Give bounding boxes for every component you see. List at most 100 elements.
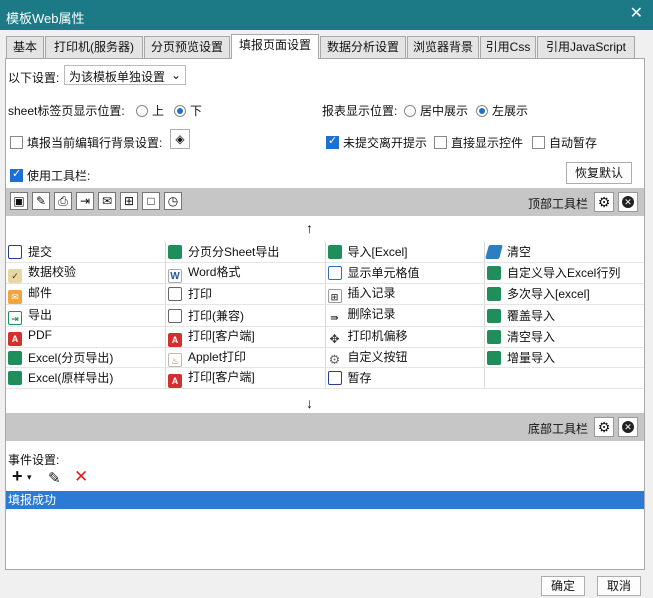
auto-stash-checkbox[interactable]: 自动暂存 <box>532 134 597 151</box>
toolbar-button-cell[interactable]: ⚙ 自定义按钮 <box>325 347 485 368</box>
toolbar-button-label: 清空 <box>507 245 532 260</box>
table-row: Excel(原样导出) A 打印[客户端] 暂存 <box>6 367 644 389</box>
toolbar-button-label: 导入[Excel] <box>347 245 408 260</box>
toolbar-button-cell[interactable]: 显示单元格值 <box>325 262 485 284</box>
restore-default-button[interactable]: 恢复默认 <box>566 162 632 184</box>
close-icon[interactable]: ✕ <box>630 6 643 22</box>
tab-fill-page[interactable]: 填报页面设置 <box>231 34 319 59</box>
checkbox-box <box>10 167 23 182</box>
toolbar-button-cell[interactable]: 导入[Excel] <box>325 242 485 263</box>
toolbar-button-cell[interactable]: 清空 <box>484 242 644 263</box>
toolbar-button-cell[interactable]: 自定义导入Excel行列 <box>484 262 644 284</box>
toolbar-button-cell[interactable]: ✥ 打印机偏移 <box>325 326 485 348</box>
scope-select[interactable]: 为该模板单独设置 ⌄ <box>64 65 186 85</box>
toolbar-button-cell[interactable]: 清空导入 <box>484 326 644 348</box>
toolbar-button-cell[interactable]: 暂存 <box>325 367 485 389</box>
toolbar-button-cell[interactable]: ✓ 数据校验 <box>6 262 166 284</box>
print-icon[interactable]: ⎙ <box>54 192 72 210</box>
export-icon[interactable]: ⇥ <box>76 192 94 210</box>
mail-icon[interactable]: ✉ <box>98 192 116 210</box>
toolbar-button-cell[interactable]: ⇥ 导出 <box>6 304 166 327</box>
show-controls-checkbox[interactable]: 直接显示控件 <box>434 134 523 151</box>
move-up-arrow-icon[interactable]: ↑ <box>306 220 313 236</box>
toolbar-button-cell[interactable]: W Word格式 <box>165 262 326 284</box>
check-icon: ✓ <box>8 268 22 282</box>
tab-printer-server[interactable]: 打印机(服务器) <box>45 36 143 58</box>
pdf-icon: A <box>8 331 22 346</box>
radio-report-center[interactable]: 居中展示 <box>404 102 468 119</box>
toolbar-button-label: 增量导入 <box>507 350 556 365</box>
tab-data-analysis[interactable]: 数据分析设置 <box>320 36 406 58</box>
add-icon[interactable]: + <box>12 466 23 487</box>
gear-icon: ⚙ <box>327 351 342 367</box>
insert-row-icon: ⊞ <box>327 289 342 303</box>
check-icon[interactable]: ✎ <box>32 192 50 210</box>
radio-sheet-top[interactable]: 上 <box>136 102 164 119</box>
toolbar-button-cell[interactable]: 多次导入[excel] <box>484 283 644 305</box>
toolbar-button-label: 暂存 <box>347 371 372 385</box>
toolbar-button-label: 覆盖导入 <box>507 308 556 323</box>
save-icon[interactable]: ▣ <box>10 192 28 210</box>
tab-javascript[interactable]: 引用JavaScript <box>537 36 635 58</box>
toolbar-button-cell[interactable]: A PDF <box>6 326 166 348</box>
radio-sheet-bottom[interactable]: 下 <box>174 102 202 119</box>
excel-icon <box>487 330 501 344</box>
remove-toolbar-button[interactable]: ✕ <box>618 192 638 212</box>
toolbar-button-cell[interactable]: 分页分Sheet导出 <box>165 242 326 263</box>
toolbar-button-cell[interactable]: Excel(分页导出) <box>6 347 166 368</box>
toolbar-button-cell[interactable]: Excel(原样导出) <box>6 367 166 389</box>
tab-basic[interactable]: 基本 <box>6 36 44 58</box>
cancel-button[interactable]: 取消 <box>597 576 641 596</box>
checkbox-box <box>434 136 447 149</box>
cell-icon[interactable]: □ <box>142 192 160 210</box>
row-bg-checkbox[interactable]: 填报当前编辑行背景设置: <box>10 134 162 151</box>
toolbar-button-cell[interactable]: 覆盖导入 <box>484 304 644 327</box>
toolbar-button-cell[interactable]: ⊞ 插入记录 <box>325 283 485 305</box>
toolbar-button-cell[interactable]: ✉ 邮件 <box>6 283 166 305</box>
tab-browser-bg[interactable]: 浏览器背景 <box>407 36 479 58</box>
excel-icon <box>487 287 501 301</box>
toolbar-button-cell[interactable]: ♨ Applet打印 <box>165 347 326 368</box>
move-down-arrow-icon[interactable]: ↓ <box>306 395 313 411</box>
tab-css[interactable]: 引用Css <box>480 36 536 58</box>
stash-icon[interactable]: ◷ <box>164 192 182 210</box>
bottom-toolbar-label: 底部工具栏 <box>527 422 588 436</box>
unsubmitted-leave-checkbox[interactable]: 未提交离开提示 <box>326 134 427 151</box>
print-icon <box>168 308 182 323</box>
radio-report-left[interactable]: 左展示 <box>476 102 528 119</box>
event-list-item[interactable]: 填报成功 <box>6 491 644 509</box>
toolbar-button-cell[interactable]: 打印 <box>165 283 326 305</box>
toolbar-button-label: 数据校验 <box>28 264 77 279</box>
close-icon: ✕ <box>622 196 634 208</box>
remove-toolbar-button[interactable]: ✕ <box>618 417 638 437</box>
checkbox-label: 未提交离开提示 <box>343 136 428 150</box>
excel-icon <box>487 266 501 280</box>
table-row: Excel(分页导出) ♨ Applet打印 ⚙ 自定义按钮 增量导入 <box>6 347 644 368</box>
ok-button[interactable]: 确定 <box>541 576 585 596</box>
toolbar-button-cell[interactable]: 提交 <box>6 242 166 263</box>
table-row: A PDF A 打印[客户端] ✥ 打印机偏移 清空导入 <box>6 326 644 348</box>
excel-icon <box>8 371 22 385</box>
paint-bucket-button[interactable]: ◈ <box>170 129 190 149</box>
delete-icon[interactable]: ✕ <box>74 467 88 487</box>
word-icon: W <box>168 268 182 282</box>
toolbar-button-grid: 提交 分页分Sheet导出 导入[Excel] 清空 ✓ 数据校验 W Word格式 显示单元格… <box>6 242 644 389</box>
toolbar-button-cell[interactable]: A 打印[客户端] <box>165 367 326 389</box>
insert-row-icon[interactable]: ⊞ <box>120 192 138 210</box>
chevron-down-icon[interactable]: ▾ <box>27 472 32 483</box>
gear-icon[interactable]: ⚙ <box>594 192 614 212</box>
gear-icon[interactable]: ⚙ <box>594 417 614 437</box>
toolbar-button-label: Excel(原样导出) <box>28 371 114 385</box>
excel-icon <box>487 308 501 323</box>
radio-circle <box>476 105 488 117</box>
toolbar-button-cell[interactable]: 打印(兼容) <box>165 304 326 327</box>
fill-page-panel: 以下设置: 为该模板单独设置 ⌄ sheet标签页显示位置: 上 下 报表显示位… <box>5 58 645 570</box>
toolbar-button-cell[interactable]: 增量导入 <box>484 347 644 368</box>
toolbar-button-cell[interactable]: A 打印[客户端] <box>165 326 326 348</box>
toolbar-button-cell[interactable]: ⇛ 删除记录 <box>325 304 485 327</box>
edit-icon[interactable]: ✎ <box>48 469 61 487</box>
close-icon: ✕ <box>622 421 634 433</box>
use-toolbar-checkbox[interactable]: 使用工具栏: <box>10 167 90 184</box>
top-toolbar: ▣ ✎ ⎙ ⇥ ✉ ⊞ □ ◷ 顶部工具栏 ⚙ ✕ <box>6 188 644 216</box>
tab-page-preview[interactable]: 分页预览设置 <box>144 36 230 58</box>
